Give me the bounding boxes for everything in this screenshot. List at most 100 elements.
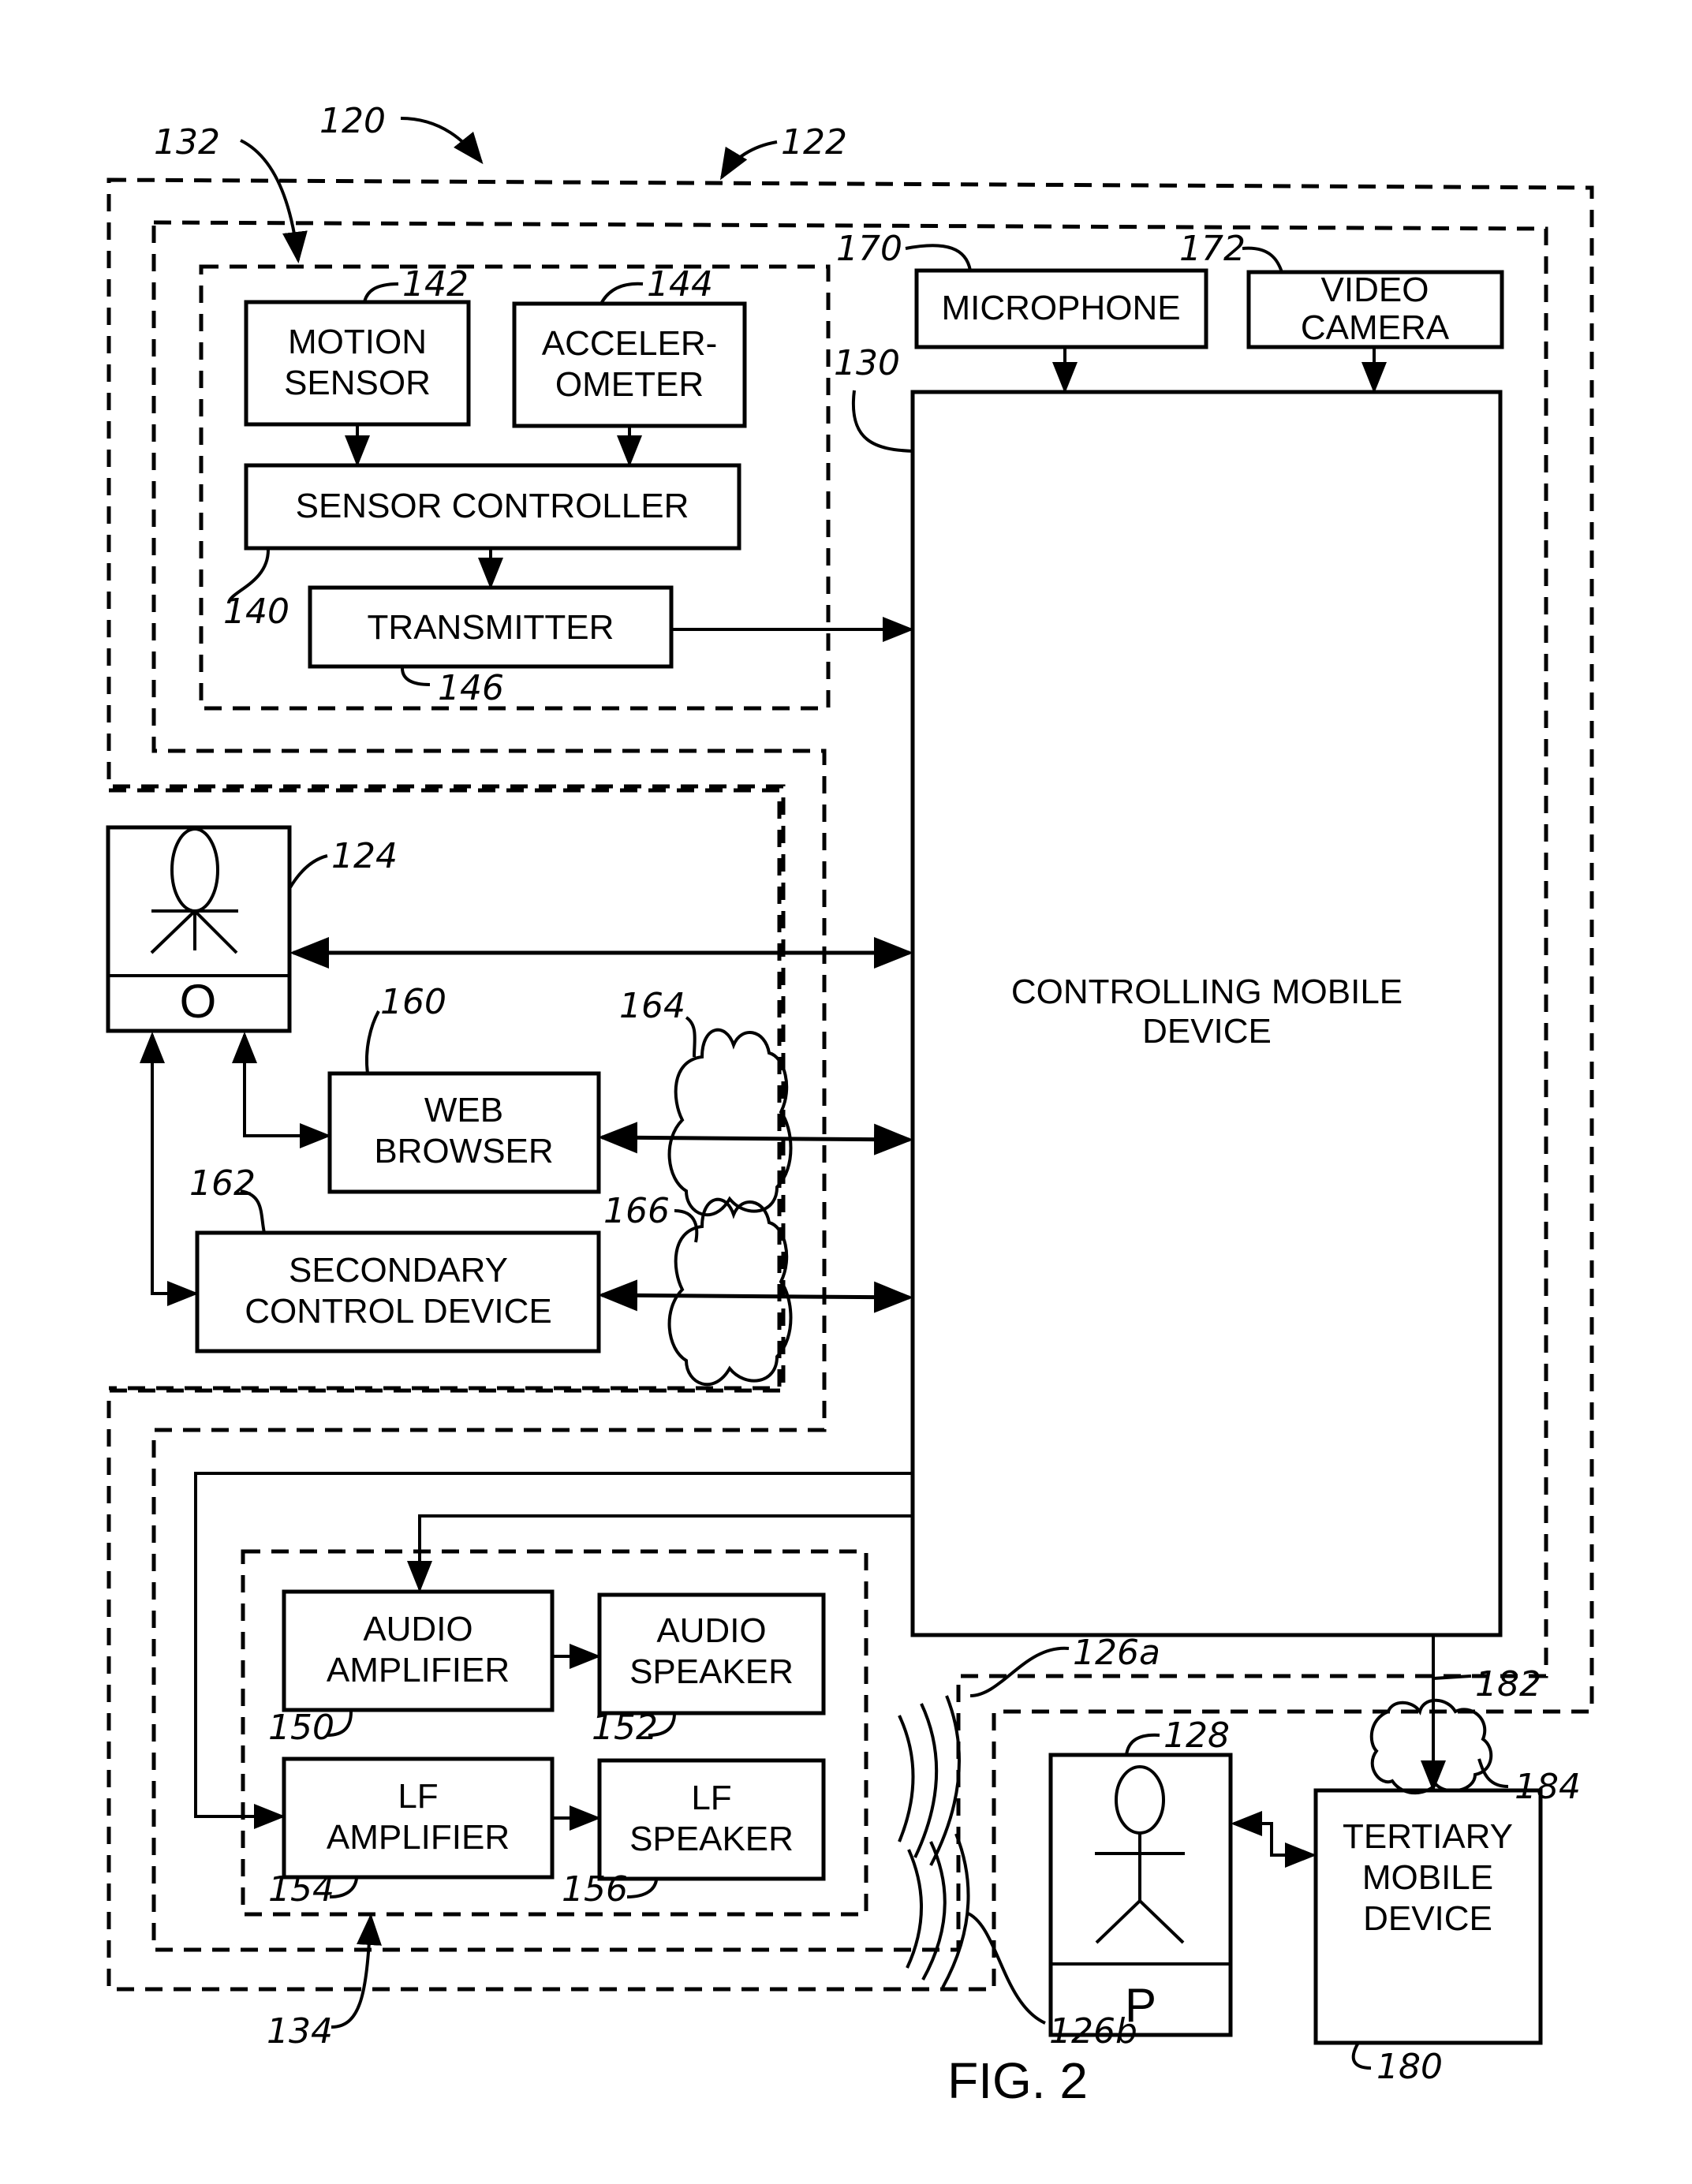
- leader-line: [851, 390, 913, 453]
- leader-line: [1351, 2041, 1372, 2070]
- block-motion-sensor[interactable]: MOTION SENSOR: [244, 300, 471, 427]
- block-label: DEVICE: [1142, 1012, 1272, 1051]
- leader-line: [1477, 1758, 1509, 1788]
- block-sensor-controller[interactable]: SENSOR CONTROLLER: [244, 463, 741, 551]
- leader-line: [1432, 1674, 1472, 1680]
- block-label: TRANSMITTER: [368, 608, 614, 647]
- ref-numeral: 156: [562, 1869, 628, 1910]
- block-audio-speaker[interactable]: AUDIO SPEAKER: [597, 1592, 826, 1715]
- cloud-icon-secondary: [667, 1197, 793, 1387]
- ref-numeral: 126b: [1049, 2011, 1137, 2051]
- person-role-letter: O: [180, 975, 217, 1028]
- block-label: LF: [398, 1777, 438, 1816]
- leader-line: [626, 1880, 658, 1898]
- block-label: CONTROLLING MOBILE: [1011, 973, 1403, 1011]
- arrow-secondary-cmd: [598, 1279, 913, 1313]
- ref-numeral: 160: [380, 982, 446, 1022]
- block-label: ACCELER-: [542, 324, 718, 363]
- block-transmitter[interactable]: TRANSMITTER: [308, 585, 674, 669]
- block-label: AUDIO: [656, 1611, 766, 1650]
- ref-numeral: 164: [619, 986, 685, 1026]
- ref-numeral: 152: [592, 1708, 658, 1748]
- leader-line: [240, 139, 308, 263]
- ref-numeral: 146: [438, 668, 504, 708]
- sound-wave-icon-audio: [898, 1695, 961, 1866]
- ref-numeral: 150: [268, 1708, 334, 1748]
- block-label: AMPLIFIER: [327, 1651, 510, 1689]
- ref-numeral: 128: [1163, 1715, 1230, 1756]
- leader-line: [331, 1913, 382, 2029]
- ref-numeral: 166: [603, 1191, 670, 1231]
- block-label: AMPLIFIER: [327, 1818, 510, 1857]
- leader-line: [1242, 246, 1283, 273]
- leader-line: [674, 1209, 699, 1243]
- block-tertiary-mobile-device[interactable]: TERTIARY MOBILE DEVICE: [1313, 1788, 1543, 2045]
- ref-numeral: 134: [267, 2011, 333, 2051]
- block-video-camera[interactable]: VIDEO CAMERA: [1246, 270, 1504, 349]
- leader-line: [400, 117, 484, 165]
- ref-numeral: 142: [402, 264, 469, 304]
- block-label: DEVICE: [1363, 1899, 1492, 1938]
- block-label: SECONDARY: [289, 1251, 508, 1290]
- block-label: OMETER: [555, 365, 704, 404]
- ref-numeral: 170: [836, 229, 902, 269]
- figure-caption: FIG. 2: [947, 2052, 1088, 2109]
- block-microphone[interactable]: MICROPHONE: [914, 268, 1208, 349]
- block-label: SPEAKER: [629, 1820, 794, 1858]
- leader-line: [599, 282, 644, 304]
- leader-line: [966, 1911, 1046, 2025]
- leader-line: [719, 140, 778, 181]
- ref-numeral: 154: [268, 1869, 334, 1910]
- ref-numeral: 184: [1515, 1767, 1581, 1807]
- ref-numeral: 132: [154, 122, 220, 162]
- block-label: TERTIARY: [1343, 1817, 1513, 1856]
- block-label: VIDEO: [1321, 271, 1429, 309]
- block-web-browser[interactable]: WEB BROWSER: [327, 1071, 601, 1194]
- leader-line: [969, 1646, 1070, 1697]
- block-label: CAMERA: [1301, 308, 1450, 347]
- block-lf-speaker[interactable]: LF SPEAKER: [597, 1758, 826, 1881]
- arrow-browser-cmd: [598, 1122, 913, 1155]
- block-label: SENSOR: [284, 364, 431, 402]
- leader-line: [905, 244, 972, 271]
- line-cmd-to-audio-amp: [407, 1514, 913, 1592]
- cloud-icon-web: [667, 1028, 793, 1217]
- arrow-participant-tertiary: [1231, 1811, 1317, 1868]
- ref-numeral: 124: [331, 836, 398, 876]
- block-label: MOTION: [288, 323, 427, 361]
- leader-line: [401, 667, 431, 686]
- leader-line: [364, 1010, 380, 1074]
- block-controlling-mobile-device[interactable]: CONTROLLING MOBILE DEVICE: [910, 390, 1503, 1637]
- block-lf-amplifier[interactable]: LF AMPLIFIER: [282, 1757, 555, 1880]
- block-label: MOBILE: [1362, 1858, 1493, 1897]
- block-label: SENSOR CONTROLLER: [296, 487, 689, 525]
- ref-numeral: 122: [781, 122, 847, 162]
- ref-numeral: 130: [834, 343, 900, 383]
- block-label: SPEAKER: [629, 1652, 794, 1691]
- patent-figure: MOTION SENSOR ACCELER- OMETER SENSOR CON…: [106, 101, 1594, 2109]
- ref-numeral: 144: [647, 264, 713, 304]
- block-label: BROWSER: [374, 1132, 553, 1170]
- leader-line: [1125, 1733, 1160, 1756]
- block-secondary-control-device[interactable]: SECONDARY CONTROL DEVICE: [195, 1230, 601, 1353]
- ref-numeral: 120: [319, 101, 386, 141]
- person-participant[interactable]: P: [1048, 1753, 1233, 2037]
- block-label: AUDIO: [363, 1610, 472, 1648]
- block-accelerometer[interactable]: ACCELER- OMETER: [512, 301, 747, 428]
- block-label: CONTROL DEVICE: [245, 1292, 552, 1331]
- leader-line: [685, 1016, 697, 1058]
- ref-numeral: 126a: [1073, 1633, 1160, 1673]
- ref-numeral: 180: [1376, 2047, 1443, 2087]
- cloud-icon-tertiary: [1369, 1698, 1493, 1795]
- leader-line: [363, 282, 399, 303]
- block-label: WEB: [424, 1091, 503, 1129]
- arrow-operator-browser: [232, 1032, 331, 1148]
- leader-line: [289, 854, 328, 889]
- block-label: MICROPHONE: [941, 289, 1180, 327]
- person-operator[interactable]: O: [106, 825, 292, 1033]
- ref-numeral: 182: [1475, 1664, 1541, 1704]
- ref-numeral: 162: [189, 1163, 256, 1204]
- ref-numeral: 172: [1179, 229, 1246, 269]
- block-label: LF: [691, 1779, 731, 1817]
- block-audio-amplifier[interactable]: AUDIO AMPLIFIER: [282, 1589, 555, 1712]
